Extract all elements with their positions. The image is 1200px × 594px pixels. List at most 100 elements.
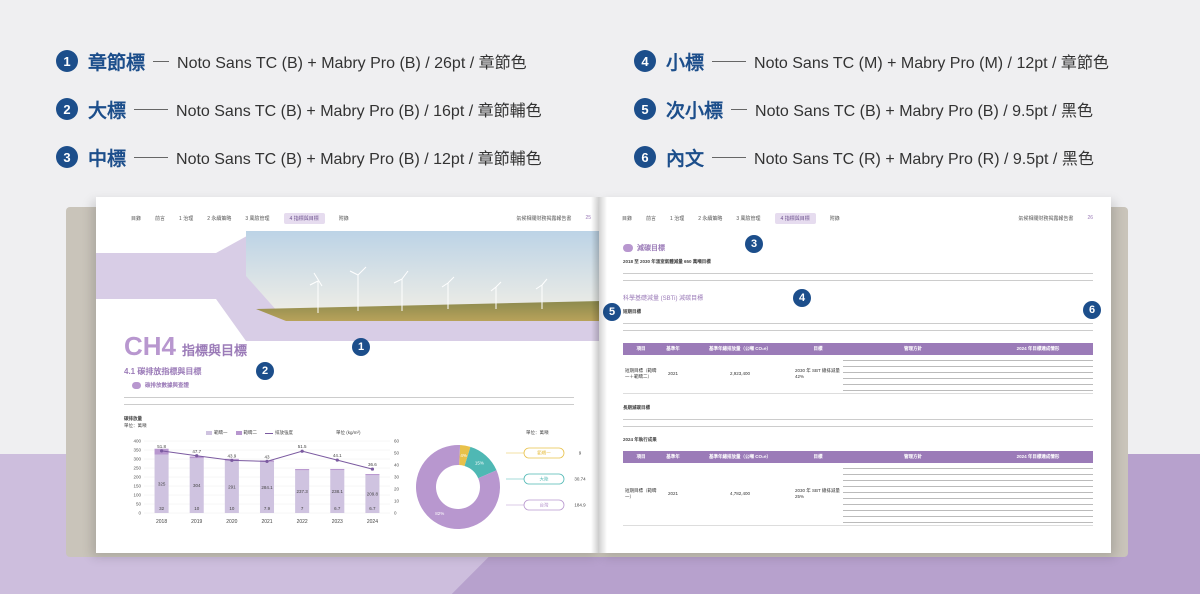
legend-divider — [712, 60, 747, 62]
table-header: 2024 年目標達成情形 — [983, 343, 1093, 355]
chapter-heading: CH4 指標與目標 — [124, 331, 247, 362]
table-cell: 4,782,400 — [687, 463, 793, 526]
table-header: 基準年總排放量（公噸 CO₂e） — [687, 343, 793, 355]
intensity-value-label: 43.9 — [227, 453, 236, 458]
y2-tick-label: 20 — [394, 487, 400, 492]
bar-value-label: 291 — [228, 484, 236, 489]
callout-value: 30.74 — [574, 477, 586, 482]
table-header: 管理方針 — [843, 343, 983, 355]
intensity-point — [370, 467, 375, 471]
legend-description: Noto Sans TC (B) + Mabry Pro (B) / 16pt … — [176, 103, 542, 120]
emission-donut-chart: 4%15%82%範疇一 9大陸 30.74台灣 184.9 — [416, 445, 594, 529]
table-cell: 2021 — [659, 355, 688, 394]
table-cell: 2021 — [659, 463, 688, 526]
bar-value-label: 6.7 — [369, 506, 376, 511]
nav-item: 前言 — [155, 215, 166, 222]
legend-title: 大標 — [88, 100, 127, 122]
left-page: 目錄 前言 1 治理 2 永續策略 3 風險管理 4 指標與目標 附錄 氣候相關… — [96, 197, 601, 553]
legend-title: 章節標 — [88, 52, 146, 74]
bar-value-label: 284.1 — [261, 485, 273, 490]
legend-divider — [153, 60, 170, 62]
right-page: 目錄 前言 1 治理 2 永續策略 3 風險管理 4 指標與目標 附錄 氣候相關… — [599, 197, 1111, 553]
legend-number-badge: 5 — [634, 98, 656, 120]
y2-tick-label: 60 — [394, 439, 400, 444]
book-spine — [591, 197, 607, 553]
bar-scope1 — [330, 468, 345, 471]
y2-tick-label: 50 — [394, 451, 400, 456]
callout-label: 範疇一 — [537, 450, 551, 457]
y-tick-label: 200 — [133, 475, 141, 480]
annotation-marker-1: 1 — [352, 338, 370, 356]
emission-bar-chart: 0501001502002503003504000102030405060325… — [133, 439, 400, 526]
table-cell-text — [983, 463, 1093, 526]
chart-unit: 單位：萬噸 — [124, 423, 147, 428]
target-table-2: 項目 基準年 基準年總排放量（公噸 CO₂e） 目標 管理方針 2024 年目標… — [623, 451, 1093, 526]
subtitle: 科學基礎減量 (SBTi) 減碳目標 — [623, 296, 704, 302]
cloud-icon — [132, 381, 141, 389]
page-nav: 目錄 前言 1 治理 2 永續策略 3 風險管理 4 指標與目標 附錄 氣候相關… — [599, 211, 1111, 225]
paragraph-title: 2018 至 2030 年溫室氣體減量 650 萬噸目標 — [623, 259, 711, 264]
sub-section-title: 碳排放數據與查證 — [145, 383, 190, 389]
legend-title: 次小標 — [666, 100, 724, 122]
intensity-point — [159, 449, 164, 453]
legend-title: 中標 — [88, 148, 127, 170]
bar-value-label: 6.7 — [334, 506, 341, 511]
section-heading: 減碳目標 — [623, 243, 665, 253]
table-row: 短期目標（範疇一） 2021 4,782,400 2030 年 SBT 總排減量… — [623, 463, 1093, 526]
bar-value-label: 325 — [158, 481, 166, 486]
legend-swatch-intensity — [265, 432, 273, 434]
legend-swatch-scope1 — [235, 431, 242, 435]
chart-title: 碳排放量 — [124, 416, 142, 421]
report-title: 氣候相關財務揭露報告書 — [516, 215, 572, 222]
y-tick-label: 150 — [133, 484, 141, 489]
intensity-point — [335, 458, 339, 462]
legend-label: 範疇二 — [243, 430, 258, 435]
x-tick-label: 2020 — [226, 519, 237, 525]
y2-tick-label: 10 — [394, 499, 400, 504]
table-caption: 2024 年執行成果 — [623, 437, 657, 442]
wind-farm-banner — [96, 231, 601, 341]
legend-description: Noto Sans TC (B) + Mabry Pro (B) / 26pt … — [177, 55, 527, 72]
callout-label: 大陸 — [540, 476, 549, 483]
body-text-block — [623, 269, 1093, 283]
legend-title: 小標 — [666, 52, 705, 74]
intensity-point — [230, 458, 234, 462]
nav-item-active: 4 指標與目標 — [774, 212, 816, 224]
y-tick-label: 0 — [138, 511, 141, 516]
legend-description: Noto Sans TC (M) + Mabry Pro (M) / 12pt … — [754, 55, 1109, 72]
legend-divider — [134, 108, 169, 110]
page-number: 26 — [1087, 215, 1093, 221]
chart-unit-right: 單位 (kg/m²) — [336, 430, 361, 435]
item-title: 長期減碳目標 — [623, 405, 650, 410]
intensity-point — [195, 454, 199, 458]
table-cell: 2030 年 SBT 總排減量 25% — [793, 463, 843, 526]
intensity-point — [265, 459, 269, 463]
bar-value-label: 32 — [159, 506, 165, 511]
table-header: 基準年總排放量（公噸 CO₂e） — [687, 451, 793, 463]
y-tick-label: 50 — [136, 502, 142, 507]
intensity-value-label: 51.5 — [298, 444, 307, 449]
typography-legend: 1 章節標 Noto Sans TC (B) + Mabry Pro (B) /… — [0, 0, 1200, 190]
table-header: 目標 — [793, 343, 843, 355]
table-cell: 2,923,400 — [687, 355, 793, 394]
x-tick-label: 2019 — [191, 519, 202, 525]
bar-value-label: 304 — [193, 483, 201, 488]
donut-pct-label: 15% — [475, 461, 484, 466]
nav-item: 2 永續策略 — [698, 215, 723, 222]
table-cell-text — [843, 355, 983, 394]
table-header: 目標 — [793, 451, 843, 463]
nav-item: 1 治理 — [670, 215, 685, 222]
table-cell: 2030 年 SBT 總排減量 42% — [793, 355, 843, 394]
bar-scope1 — [295, 469, 310, 471]
y2-tick-label: 30 — [394, 475, 400, 480]
chart-legend: 範疇一 範疇二 排放強度 — [206, 430, 293, 436]
body-text-block — [623, 415, 1093, 429]
legend-number-badge: 4 — [634, 50, 656, 72]
y2-tick-label: 40 — [394, 463, 400, 468]
table-header: 2024 年目標達成情形 — [983, 451, 1093, 463]
legend-item-2: 2 大標 Noto Sans TC (B) + Mabry Pro (B) / … — [56, 97, 542, 122]
x-tick-label: 2021 — [261, 519, 272, 525]
annotation-marker-4: 4 — [793, 289, 811, 307]
legend-item-4: 4 小標 Noto Sans TC (M) + Mabry Pro (M) / … — [634, 49, 1109, 74]
intensity-value-label: 44.1 — [333, 453, 342, 458]
